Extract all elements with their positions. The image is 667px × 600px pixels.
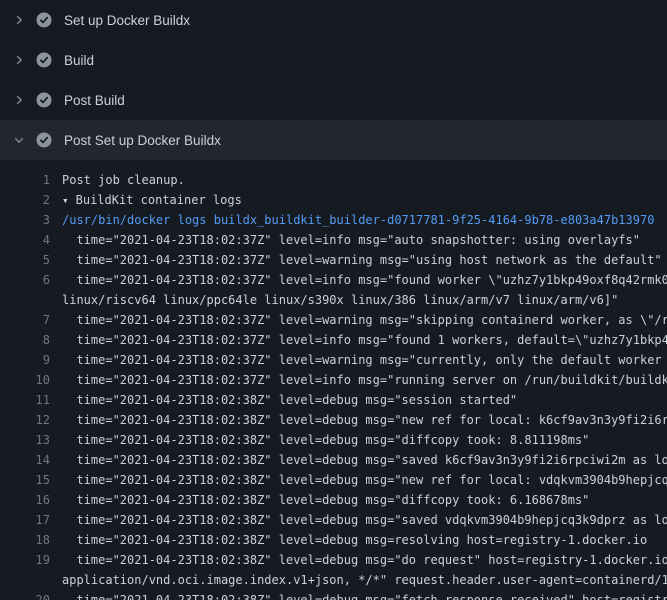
check-circle-icon: [36, 132, 52, 148]
log-line: 5 time="2021-04-23T18:02:37Z" level=warn…: [0, 250, 667, 270]
line-number[interactable]: 14: [0, 450, 50, 470]
line-number[interactable]: 19: [0, 550, 50, 570]
line-text: time="2021-04-23T18:02:38Z" level=debug …: [62, 490, 589, 510]
step-row-build[interactable]: Build: [0, 40, 667, 80]
line-text: Post job cleanup.: [62, 170, 185, 190]
line-number[interactable]: 13: [0, 430, 50, 450]
chevron-right-icon: [12, 13, 26, 27]
line-number: [0, 570, 50, 590]
line-number[interactable]: 6: [0, 270, 50, 290]
line-text: time="2021-04-23T18:02:38Z" level=debug …: [62, 390, 517, 410]
log-line: 8 time="2021-04-23T18:02:37Z" level=info…: [0, 330, 667, 350]
log-line: 10 time="2021-04-23T18:02:37Z" level=inf…: [0, 370, 667, 390]
line-text: time="2021-04-23T18:02:38Z" level=debug …: [62, 510, 667, 530]
line-text: time="2021-04-23T18:02:37Z" level=warnin…: [62, 250, 662, 270]
group-toggle-icon[interactable]: ▾: [62, 194, 69, 207]
line-number[interactable]: 1: [0, 170, 50, 190]
line-text: time="2021-04-23T18:02:38Z" level=debug …: [62, 410, 667, 430]
step-row-post-set-up-docker-buildx[interactable]: Post Set up Docker Buildx: [0, 120, 667, 160]
step-label: Post Build: [64, 93, 125, 108]
line-text: time="2021-04-23T18:02:38Z" level=debug …: [62, 430, 589, 450]
line-number[interactable]: 10: [0, 370, 50, 390]
line-text: time="2021-04-23T18:02:37Z" level=info m…: [62, 330, 667, 350]
log-line-group-header: 2 ▾ BuildKit container logs: [0, 190, 667, 210]
line-number[interactable]: 8: [0, 330, 50, 350]
line-text: time="2021-04-23T18:02:38Z" level=debug …: [62, 470, 667, 490]
line-text: time="2021-04-23T18:02:38Z" level=debug …: [62, 450, 667, 470]
line-text: time="2021-04-23T18:02:38Z" level=debug …: [62, 590, 667, 600]
line-number[interactable]: 20: [0, 590, 50, 600]
step-label: Post Set up Docker Buildx: [64, 133, 221, 148]
log-line: 17 time="2021-04-23T18:02:38Z" level=deb…: [0, 510, 667, 530]
line-number[interactable]: 4: [0, 230, 50, 250]
line-text: time="2021-04-23T18:02:37Z" level=info m…: [62, 230, 640, 250]
line-number[interactable]: 17: [0, 510, 50, 530]
log-line: 4 time="2021-04-23T18:02:37Z" level=info…: [0, 230, 667, 250]
line-number[interactable]: 16: [0, 490, 50, 510]
line-number[interactable]: 12: [0, 410, 50, 430]
chevron-down-icon: [12, 133, 26, 147]
line-number[interactable]: 18: [0, 530, 50, 550]
check-circle-icon: [36, 12, 52, 28]
line-number[interactable]: 3: [0, 210, 50, 230]
log-line: 1 Post job cleanup.: [0, 170, 667, 190]
log-line: 7 time="2021-04-23T18:02:37Z" level=warn…: [0, 310, 667, 330]
line-number[interactable]: 5: [0, 250, 50, 270]
log-line: 3 /usr/bin/docker logs buildx_buildkit_b…: [0, 210, 667, 230]
step-row-set-up-docker-buildx[interactable]: Set up Docker Buildx: [0, 0, 667, 40]
line-text: time="2021-04-23T18:02:37Z" level=warnin…: [62, 310, 667, 330]
line-number[interactable]: 2: [0, 190, 50, 210]
actions-log-viewer: Set up Docker Buildx Build Post Build Po…: [0, 0, 667, 600]
line-text-command: /usr/bin/docker logs buildx_buildkit_bui…: [62, 210, 654, 230]
line-text: linux/riscv64 linux/ppc64le linux/s390x …: [62, 290, 618, 310]
check-circle-icon: [36, 92, 52, 108]
line-text: time="2021-04-23T18:02:37Z" level=info m…: [62, 270, 667, 290]
line-text: time="2021-04-23T18:02:38Z" level=debug …: [62, 530, 647, 550]
line-text: application/vnd.oci.image.index.v1+json,…: [62, 570, 667, 590]
log-line: 14 time="2021-04-23T18:02:38Z" level=deb…: [0, 450, 667, 470]
line-text: ▾ BuildKit container logs: [62, 190, 242, 210]
step-label: Build: [64, 53, 94, 68]
line-number[interactable]: 9: [0, 350, 50, 370]
line-text: time="2021-04-23T18:02:38Z" level=debug …: [62, 550, 667, 570]
log-line-wrap: application/vnd.oci.image.index.v1+json,…: [0, 570, 667, 590]
step-row-post-build[interactable]: Post Build: [0, 80, 667, 120]
log-line-wrap: linux/riscv64 linux/ppc64le linux/s390x …: [0, 290, 667, 310]
chevron-right-icon: [12, 53, 26, 67]
line-number[interactable]: 15: [0, 470, 50, 490]
log-line: 6 time="2021-04-23T18:02:37Z" level=info…: [0, 270, 667, 290]
line-number[interactable]: 7: [0, 310, 50, 330]
line-number[interactable]: 11: [0, 390, 50, 410]
line-text: time="2021-04-23T18:02:37Z" level=warnin…: [62, 350, 667, 370]
check-circle-icon: [36, 52, 52, 68]
log-line: 13 time="2021-04-23T18:02:38Z" level=deb…: [0, 430, 667, 450]
log-line: 16 time="2021-04-23T18:02:38Z" level=deb…: [0, 490, 667, 510]
log-line: 12 time="2021-04-23T18:02:38Z" level=deb…: [0, 410, 667, 430]
line-number: [0, 290, 50, 310]
log-line: 20 time="2021-04-23T18:02:38Z" level=deb…: [0, 590, 667, 600]
line-text: time="2021-04-23T18:02:37Z" level=info m…: [62, 370, 667, 390]
log-line: 15 time="2021-04-23T18:02:38Z" level=deb…: [0, 470, 667, 490]
log-line: 9 time="2021-04-23T18:02:37Z" level=warn…: [0, 350, 667, 370]
step-label: Set up Docker Buildx: [64, 13, 190, 28]
log-output: 1 Post job cleanup. 2 ▾ BuildKit containe…: [0, 160, 667, 600]
log-line: 19 time="2021-04-23T18:02:38Z" level=deb…: [0, 550, 667, 570]
chevron-right-icon: [12, 93, 26, 107]
log-line: 11 time="2021-04-23T18:02:38Z" level=deb…: [0, 390, 667, 410]
log-line: 18 time="2021-04-23T18:02:38Z" level=deb…: [0, 530, 667, 550]
group-title[interactable]: BuildKit container logs: [76, 193, 242, 207]
